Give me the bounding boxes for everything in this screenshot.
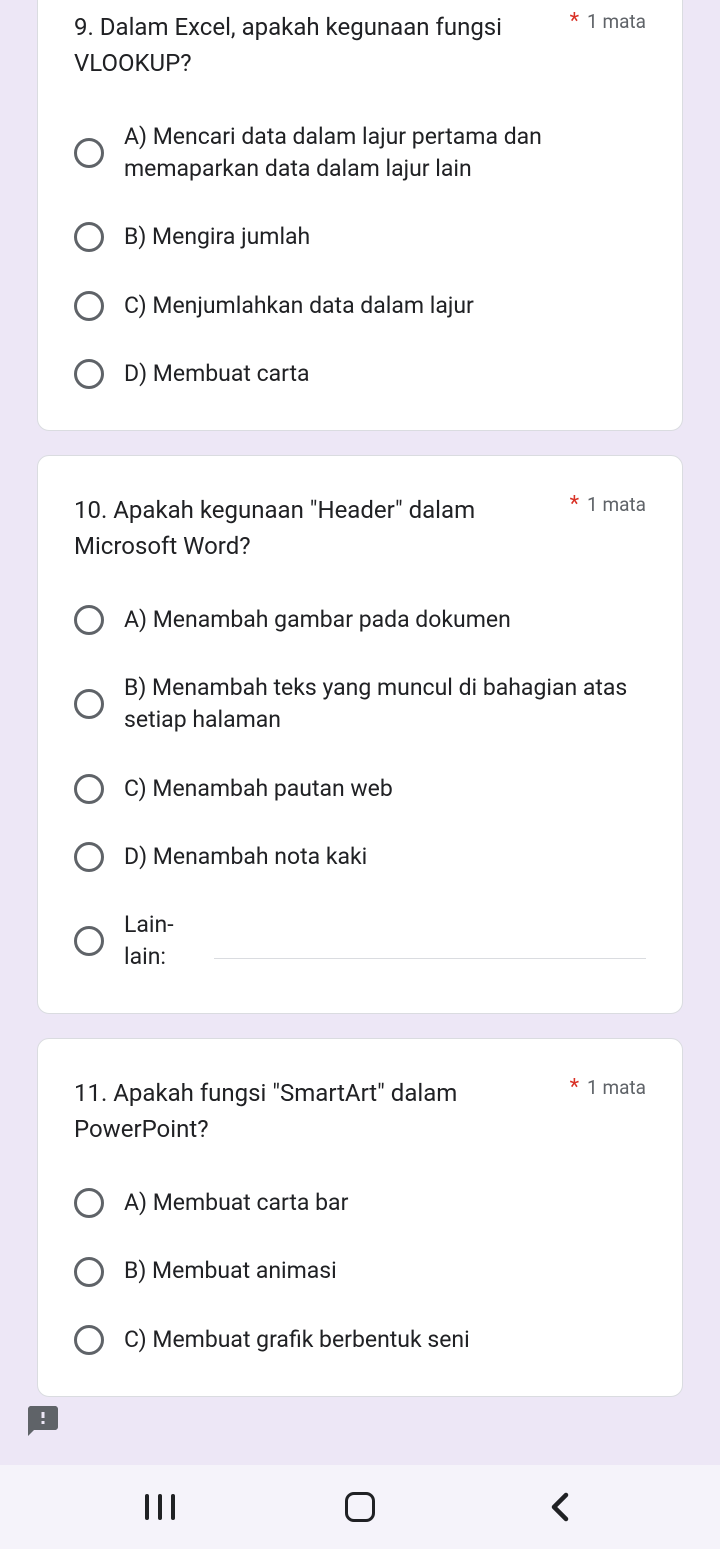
- option-label: C) Menjumlahkan data dalam lajur: [124, 290, 646, 322]
- feedback-icon[interactable]: [25, 1403, 61, 1439]
- other-input[interactable]: [214, 923, 646, 959]
- radio-option[interactable]: A) Membuat carta bar: [74, 1187, 646, 1219]
- option-label: B) Menambah teks yang muncul di bahagian…: [124, 672, 646, 736]
- other-label: Lain-lain:: [124, 909, 184, 973]
- required-star-icon: *: [570, 9, 579, 34]
- android-nav-bar: [0, 1465, 720, 1549]
- radio-option[interactable]: A) Mencari data dalam lajur pertama dan …: [74, 121, 646, 185]
- radio-icon: [74, 291, 104, 321]
- question-title: 11. Apakah fungsi "SmartArt" dalam Power…: [74, 1075, 570, 1147]
- nav-home-button[interactable]: [345, 1492, 375, 1522]
- radio-option[interactable]: C) Menambah pautan web: [74, 773, 646, 805]
- points-text: 1 mata: [587, 10, 646, 33]
- points-text: 1 mata: [587, 1076, 646, 1099]
- points-wrapper: * 1 mata: [570, 1075, 646, 1100]
- question-header: 10. Apakah kegunaan "Header" dalam Micro…: [74, 492, 646, 564]
- radio-option[interactable]: C) Membuat grafik berbentuk seni: [74, 1324, 646, 1356]
- radio-icon: [74, 774, 104, 804]
- points-wrapper: * 1 mata: [570, 9, 646, 34]
- radio-icon: [74, 842, 104, 872]
- radio-option[interactable]: B) Mengira jumlah: [74, 221, 646, 253]
- radio-icon: [74, 1257, 104, 1287]
- question-header: 9. Dalam Excel, apakah kegunaan fungsi V…: [74, 9, 646, 81]
- question-title: 10. Apakah kegunaan "Header" dalam Micro…: [74, 492, 570, 564]
- nav-back-button[interactable]: [545, 1492, 575, 1522]
- radio-option[interactable]: B) Membuat animasi: [74, 1255, 646, 1287]
- option-label: B) Mengira jumlah: [124, 221, 646, 253]
- radio-option[interactable]: D) Membuat carta: [74, 358, 646, 390]
- points-text: 1 mata: [587, 493, 646, 516]
- radio-icon: [74, 926, 104, 956]
- points-wrapper: * 1 mata: [570, 492, 646, 517]
- option-label: A) Membuat carta bar: [124, 1187, 646, 1219]
- required-star-icon: *: [570, 1075, 579, 1100]
- required-star-icon: *: [570, 492, 579, 517]
- question-card-9: 9. Dalam Excel, apakah kegunaan fungsi V…: [37, 0, 683, 431]
- question-card-10: 10. Apakah kegunaan "Header" dalam Micro…: [37, 455, 683, 1014]
- radio-icon: [74, 689, 104, 719]
- radio-icon: [74, 138, 104, 168]
- question-card-11: 11. Apakah fungsi "SmartArt" dalam Power…: [37, 1038, 683, 1397]
- question-header: 11. Apakah fungsi "SmartArt" dalam Power…: [74, 1075, 646, 1147]
- radio-icon: [74, 605, 104, 635]
- radio-icon: [74, 1325, 104, 1355]
- radio-option[interactable]: B) Menambah teks yang muncul di bahagian…: [74, 672, 646, 736]
- option-label: C) Membuat grafik berbentuk seni: [124, 1324, 646, 1356]
- option-label: A) Menambah gambar pada dokumen: [124, 604, 646, 636]
- option-label: D) Menambah nota kaki: [124, 841, 646, 873]
- radio-option-other[interactable]: Lain-lain:: [74, 909, 646, 973]
- radio-option[interactable]: A) Menambah gambar pada dokumen: [74, 604, 646, 636]
- radio-icon: [74, 222, 104, 252]
- option-label: C) Menambah pautan web: [124, 773, 646, 805]
- radio-icon: [74, 359, 104, 389]
- option-label: D) Membuat carta: [124, 358, 646, 390]
- nav-recent-button[interactable]: [145, 1494, 175, 1520]
- radio-option[interactable]: C) Menjumlahkan data dalam lajur: [74, 290, 646, 322]
- option-label: B) Membuat animasi: [124, 1255, 646, 1287]
- question-title: 9. Dalam Excel, apakah kegunaan fungsi V…: [74, 9, 570, 81]
- option-label: A) Mencari data dalam lajur pertama dan …: [124, 121, 646, 185]
- radio-option[interactable]: D) Menambah nota kaki: [74, 841, 646, 873]
- radio-icon: [74, 1188, 104, 1218]
